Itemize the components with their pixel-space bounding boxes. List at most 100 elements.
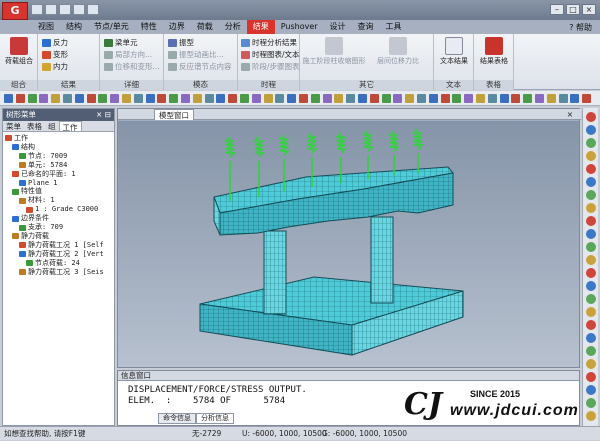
tree-item[interactable]: 边界条件: [5, 214, 114, 223]
force-button[interactable]: 内力: [42, 62, 68, 72]
app-logo[interactable]: G: [2, 2, 28, 20]
toolbar-tool-icon[interactable]: [310, 94, 320, 103]
disp-deform-button[interactable]: 位移和变形...: [104, 62, 160, 72]
menu-tab-5[interactable]: 荷载: [191, 20, 219, 34]
toolbar-tool-icon[interactable]: [558, 94, 568, 103]
th-result-button[interactable]: 时程分析结果: [241, 38, 297, 48]
maximize-icon[interactable]: □: [566, 4, 580, 15]
tree-item[interactable]: 工作: [5, 134, 114, 143]
toolbar-tool-icon[interactable]: [15, 94, 25, 103]
toolbar-tool-icon[interactable]: [428, 94, 438, 103]
toolbar-tool-icon[interactable]: [275, 94, 285, 103]
tab-command-info[interactable]: 命令信息: [158, 413, 196, 424]
toolbar-tool-icon[interactable]: [464, 94, 474, 103]
toolbar-tool-icon[interactable]: [169, 94, 179, 103]
model-canvas[interactable]: [118, 121, 579, 367]
tree-tab-0[interactable]: 菜单: [3, 121, 24, 131]
view-tool-icon[interactable]: [586, 333, 596, 343]
menu-tab-0[interactable]: 视图: [32, 20, 60, 34]
toolbar-tool-icon[interactable]: [582, 94, 592, 103]
view-tool-icon[interactable]: [586, 281, 596, 291]
toolbar-tool-icon[interactable]: [476, 94, 485, 103]
toolbar-tool-icon[interactable]: [251, 94, 261, 103]
tree-item[interactable]: 静力荷载: [5, 232, 114, 241]
toolbar-tool-icon[interactable]: [287, 94, 297, 103]
view-tool-icon[interactable]: [586, 216, 596, 226]
tab-analysis-info[interactable]: 分析信息: [196, 413, 234, 424]
tree-item[interactable]: 材料: 1: [5, 196, 114, 205]
toolbar-tool-icon[interactable]: [334, 94, 344, 103]
save-icon[interactable]: [59, 4, 71, 15]
toolbar-tool-icon[interactable]: [381, 94, 391, 103]
stage-graph-button[interactable]: 阶段/步骤图表: [241, 62, 300, 72]
menu-tab-7[interactable]: 结果: [246, 20, 275, 34]
menu-tab-1[interactable]: 结构: [60, 20, 88, 34]
toolbar-tool-icon[interactable]: [369, 94, 379, 103]
deform-button[interactable]: 变形: [42, 50, 68, 60]
tree-item[interactable]: 节点荷载: 24: [5, 259, 114, 268]
toolbar-tool-icon[interactable]: [133, 94, 143, 103]
th-graph-button[interactable]: 时程图表/文本: [241, 50, 300, 60]
view-tool-icon[interactable]: [586, 346, 596, 356]
tree-item[interactable]: 单元: 5784: [5, 161, 114, 170]
help-menu[interactable]: ? 帮助: [569, 22, 592, 33]
toolbar-tool-icon[interactable]: [322, 94, 332, 103]
menu-tab-3[interactable]: 特性: [135, 20, 163, 34]
toolbar-tool-icon[interactable]: [240, 94, 249, 103]
toolbar-tool-icon[interactable]: [523, 94, 533, 103]
menu-tab-6[interactable]: 分析: [219, 20, 247, 34]
new-icon[interactable]: [31, 4, 43, 15]
view-tool-icon[interactable]: [586, 138, 596, 148]
toolbar-tool-icon[interactable]: [440, 94, 450, 103]
toolbar-tool-icon[interactable]: [51, 94, 61, 103]
view-tool-icon[interactable]: [586, 190, 596, 200]
tree-item[interactable]: 静力荷载工况 1 [Self: [5, 241, 114, 250]
view-tool-icon[interactable]: [586, 177, 596, 187]
toolbar-tool-icon[interactable]: [4, 94, 13, 103]
view-tool-icon[interactable]: [586, 164, 596, 174]
toolbar-tool-icon[interactable]: [110, 94, 120, 103]
toolbar-tool-icon[interactable]: [228, 94, 238, 103]
toolbar-tool-icon[interactable]: [511, 94, 521, 103]
close-icon[interactable]: ×: [582, 4, 596, 15]
spectrum-button[interactable]: 反应谱节点内容: [168, 62, 232, 72]
mode-shape-button[interactable]: 振型: [168, 38, 194, 48]
menu-tab-10[interactable]: 查询: [352, 20, 380, 34]
toolbar-tool-icon[interactable]: [98, 94, 108, 103]
view-tool-icon[interactable]: [586, 255, 596, 265]
toolbar-tool-icon[interactable]: [122, 94, 131, 103]
toolbar-tool-icon[interactable]: [39, 94, 49, 103]
result-table-button[interactable]: 结果表格: [476, 37, 512, 65]
toolbar-tool-icon[interactable]: [452, 94, 462, 103]
view-tool-icon[interactable]: [586, 242, 596, 252]
toolbar-tool-icon[interactable]: [346, 94, 356, 103]
tree-item[interactable]: 支承: 709: [5, 223, 114, 232]
toolbar-tool-icon[interactable]: [570, 94, 580, 103]
open-icon[interactable]: [45, 4, 57, 15]
toolbar-tool-icon[interactable]: [417, 94, 426, 103]
toolbar-tool-icon[interactable]: [535, 94, 544, 103]
toolbar-tool-icon[interactable]: [63, 94, 72, 103]
toolbar-tool-icon[interactable]: [181, 94, 190, 103]
text-result-button[interactable]: 文本结果: [436, 37, 472, 65]
toolbar-tool-icon[interactable]: [358, 94, 367, 103]
view-tool-icon[interactable]: [586, 151, 596, 161]
view-tool-icon[interactable]: [586, 203, 596, 213]
toolbar-tool-icon[interactable]: [204, 94, 214, 103]
tree-item[interactable]: 节点: 7009: [5, 152, 114, 161]
toolbar-tool-icon[interactable]: [157, 94, 167, 103]
toolbar-tool-icon[interactable]: [192, 94, 202, 103]
toolbar-tool-icon[interactable]: [546, 94, 556, 103]
toolbar-tool-icon[interactable]: [27, 94, 37, 103]
tree-item[interactable]: 静力荷载工况 2 [Vert: [5, 250, 114, 259]
tree-item[interactable]: 1 : Grade C3000: [5, 205, 114, 214]
tree-tab-1[interactable]: 表格: [24, 121, 45, 131]
tree-item[interactable]: 结构: [5, 143, 114, 152]
view-tool-icon[interactable]: [586, 229, 596, 239]
mode-anim-button[interactable]: 振型动画比...: [168, 50, 224, 60]
tab-model-window[interactable]: 模型窗口: [154, 109, 194, 120]
load-combo-button[interactable]: 荷载组合: [2, 37, 36, 65]
tree-tab-3[interactable]: 工作: [58, 121, 82, 132]
view-tool-icon[interactable]: [586, 372, 596, 382]
toolbar-tool-icon[interactable]: [216, 94, 226, 103]
